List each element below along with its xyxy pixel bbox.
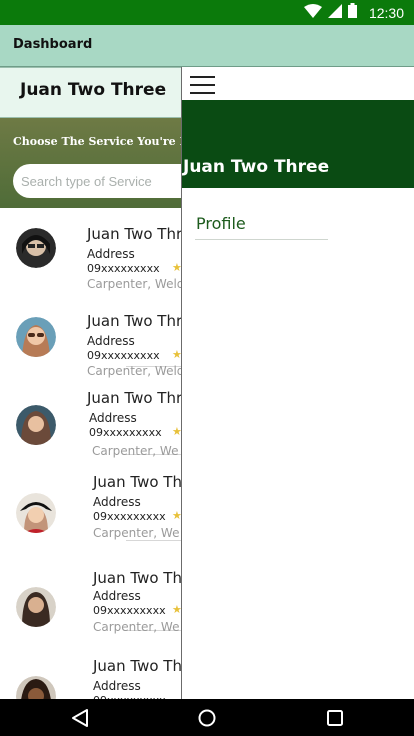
status-bar: 12:30: [0, 0, 414, 25]
home-icon[interactable]: [187, 699, 227, 736]
drawer-item-profile[interactable]: Profile: [196, 214, 246, 233]
search-heading: Choose The Service You're L: [13, 135, 181, 148]
item-phone: 09xxxxxxxxx: [93, 510, 166, 523]
list-item[interactable]: Juan Two Thre Address 09xxxxxxxxx ★ Carp…: [0, 295, 181, 381]
star-icon: ★: [172, 603, 181, 616]
item-address: Address: [93, 589, 141, 603]
user-name: Juan Two Three: [20, 80, 167, 100]
signal-icon: [327, 3, 342, 22]
avatar: [16, 228, 56, 268]
drawer-header: Juan Two Three: [182, 100, 414, 188]
item-address: Address: [89, 411, 137, 425]
item-name: Juan Two Th: [93, 473, 181, 491]
divider: [195, 239, 328, 240]
item-name: Juan Two Th: [93, 569, 181, 587]
drawer-user-name: Juan Two Three: [183, 157, 330, 177]
avatar: [16, 405, 56, 445]
avatar: [16, 587, 56, 627]
app-bar: Dashboard: [0, 25, 414, 67]
item-phone: 09xxxxxxxxx: [87, 262, 160, 275]
item-address: Address: [87, 247, 135, 261]
list-item[interactable]: Juan Two Th Address 09xxxxxxxxx ★ Carpen…: [0, 562, 181, 648]
status-icons: 12:30: [303, 3, 404, 22]
hamburger-menu-icon[interactable]: [190, 73, 218, 97]
list-item[interactable]: Juan Two Th Address 09xxxxxxxxx: [0, 650, 181, 699]
star-icon: ★: [172, 348, 181, 361]
dashboard-page: Juan Two Three Choose The Service You're…: [0, 67, 181, 699]
navigation-drawer: Juan Two Three Profile: [181, 67, 414, 699]
item-phone: 09xxxxxxxxx: [87, 349, 160, 362]
search-panel: Choose The Service You're L: [0, 118, 181, 208]
list-item[interactable]: Juan Two Thre Address 09xxxxxxxxx ★ Carp…: [0, 208, 181, 294]
item-services: Carpenter, We: [92, 444, 179, 458]
item-address: Address: [93, 679, 141, 693]
avatar: [16, 317, 56, 357]
item-address: Address: [93, 495, 141, 509]
item-name: Juan Two Thre: [87, 312, 181, 330]
avatar: [16, 676, 56, 699]
item-services: Carpenter, We: [93, 620, 180, 634]
search-input[interactable]: [13, 164, 181, 198]
item-name: Juan Two Th: [93, 657, 181, 675]
battery-icon: [347, 3, 357, 22]
back-icon[interactable]: [60, 699, 100, 736]
star-icon: ★: [172, 509, 181, 522]
item-name: Juan Two Thre: [87, 225, 181, 243]
item-services: Carpenter, Weld: [87, 364, 181, 378]
avatar: [16, 493, 56, 533]
wifi-icon: [303, 3, 322, 22]
item-address: Address: [87, 334, 135, 348]
item-services: Carpenter, We: [93, 526, 180, 540]
item-services: Carpenter, Weld: [87, 277, 181, 291]
app-title: Dashboard: [13, 37, 93, 52]
star-icon: ★: [172, 425, 181, 438]
list-item[interactable]: Juan Two Thre Address 09xxxxxxxxx ★ Carp…: [0, 383, 181, 469]
system-nav-bar: [0, 699, 414, 736]
item-phone: 09xxxxxxxxx: [89, 426, 162, 439]
list-item[interactable]: Juan Two Th Address 09xxxxxxxxx ★ Carpen…: [0, 470, 181, 556]
status-time: 12:30: [368, 4, 404, 21]
star-icon: ★: [172, 261, 181, 274]
item-name: Juan Two Thre: [87, 389, 181, 407]
item-phone: 09xxxxxxxxx: [93, 604, 166, 617]
recents-icon[interactable]: [315, 699, 355, 736]
user-header: Juan Two Three: [0, 67, 181, 118]
